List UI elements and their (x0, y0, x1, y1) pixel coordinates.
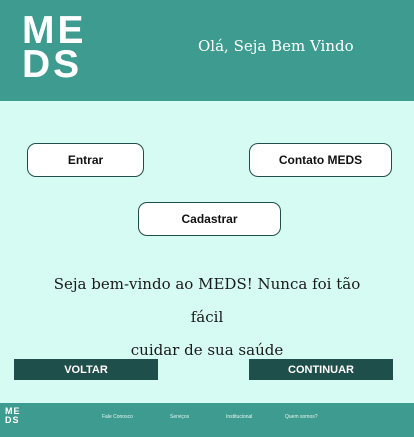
entrar-button[interactable]: Entrar (27, 143, 144, 177)
footer-bar: ME DS Fale Conosco Serviços Instituciona… (0, 403, 414, 437)
contato-meds-button[interactable]: Contato MEDS (249, 143, 392, 177)
voltar-button[interactable]: VOLTAR (14, 359, 158, 380)
header-bar: ME DS Olá, Seja Bem Vindo (0, 0, 414, 101)
cadastrar-button[interactable]: Cadastrar (138, 202, 281, 236)
footer-link-fale-conosco[interactable]: Fale Conosco (102, 414, 133, 420)
footer-link-servicos[interactable]: Serviços (170, 414, 189, 420)
greeting-text: Olá, Seja Bem Vindo (198, 37, 354, 55)
meds-logo[interactable]: ME DS (22, 11, 87, 86)
footer-logo-line-2: DS (5, 415, 20, 425)
welcome-message: Seja bem-vindo ao MEDS! Nunca foi tão fá… (40, 268, 374, 367)
footer-logo[interactable]: ME DS (5, 407, 21, 425)
welcome-line-1: Seja bem-vindo ao MEDS! Nunca foi tão fá… (53, 275, 361, 326)
continuar-button[interactable]: CONTINUAR (249, 359, 393, 380)
footer-link-quem-somos[interactable]: Quem somos? (285, 414, 318, 420)
footer-link-institucional[interactable]: Institucional (226, 414, 252, 420)
logo-line-2: DS (22, 43, 83, 86)
